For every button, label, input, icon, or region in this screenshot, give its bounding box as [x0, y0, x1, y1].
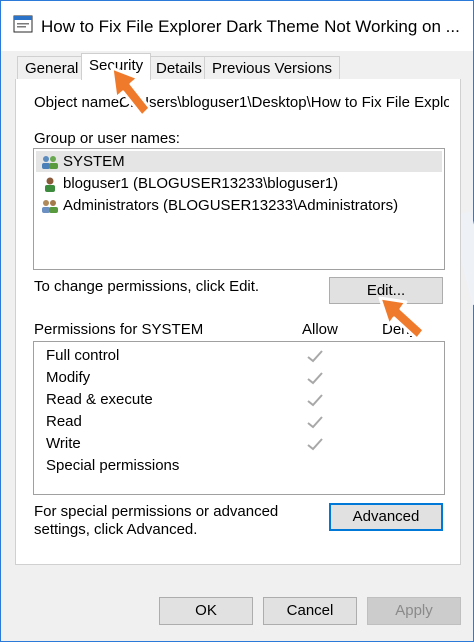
- permissions-list: Full control Modify Read & execute Read …: [33, 341, 445, 495]
- advanced-help-text: For special permissions or advanced sett…: [34, 503, 279, 538]
- permission-row-special: Special permissions: [46, 457, 180, 474]
- list-item-label: bloguser1 (BLOGUSER13233\bloguser1): [63, 175, 339, 192]
- permission-row-read: Read: [46, 413, 82, 430]
- allow-check-icon: [307, 350, 323, 363]
- cancel-button[interactable]: Cancel: [263, 597, 357, 625]
- object-name-value: C:\Users\bloguser1\Desktop\How to Fix Fi…: [119, 94, 449, 111]
- document-file-icon: [13, 15, 33, 33]
- users-group-icon: [42, 200, 58, 214]
- tab-details[interactable]: Details: [148, 56, 210, 79]
- permissions-for-label: Permissions for SYSTEM: [34, 321, 204, 338]
- user-icon: [45, 177, 55, 193]
- allow-check-icon: [307, 394, 323, 407]
- group-user-names-label: Group or user names:: [34, 130, 180, 147]
- advanced-button[interactable]: Advanced: [329, 503, 443, 531]
- allow-check-icon: [307, 416, 323, 429]
- permission-row-write: Write: [46, 435, 81, 452]
- pointer-arrow-icon: [378, 296, 426, 341]
- list-item-label: Administrators (BLOGUSER13233\Administra…: [63, 197, 399, 214]
- tab-general[interactable]: General: [17, 56, 87, 79]
- permission-row-read-execute: Read & execute: [46, 391, 153, 408]
- list-item-administrators[interactable]: Administrators (BLOGUSER13233\Administra…: [36, 195, 442, 216]
- title-bar: How to Fix File Explorer Dark Theme Not …: [1, 1, 473, 51]
- list-item-system[interactable]: SYSTEM: [36, 151, 442, 172]
- list-item-bloguser1[interactable]: bloguser1 (BLOGUSER13233\bloguser1): [36, 173, 442, 194]
- list-item-label: SYSTEM: [63, 153, 125, 170]
- apply-button[interactable]: Apply: [367, 597, 461, 625]
- group-user-list[interactable]: SYSTEM bloguser1 (BLOGUSER13233\bloguser…: [33, 148, 445, 270]
- users-group-icon: [42, 156, 58, 170]
- ok-button[interactable]: OK: [159, 597, 253, 625]
- change-permissions-text: To change permissions, click Edit.: [34, 278, 260, 295]
- permission-row-full-control: Full control: [46, 347, 120, 364]
- window-title: How to Fix File Explorer Dark Theme Not …: [41, 17, 460, 36]
- allow-column-header: Allow: [302, 321, 338, 338]
- pointer-arrow-icon: [110, 66, 152, 118]
- allow-check-icon: [307, 438, 323, 451]
- permission-row-modify: Modify: [46, 369, 91, 386]
- tab-previous-versions[interactable]: Previous Versions: [204, 56, 341, 79]
- allow-check-icon: [307, 372, 323, 385]
